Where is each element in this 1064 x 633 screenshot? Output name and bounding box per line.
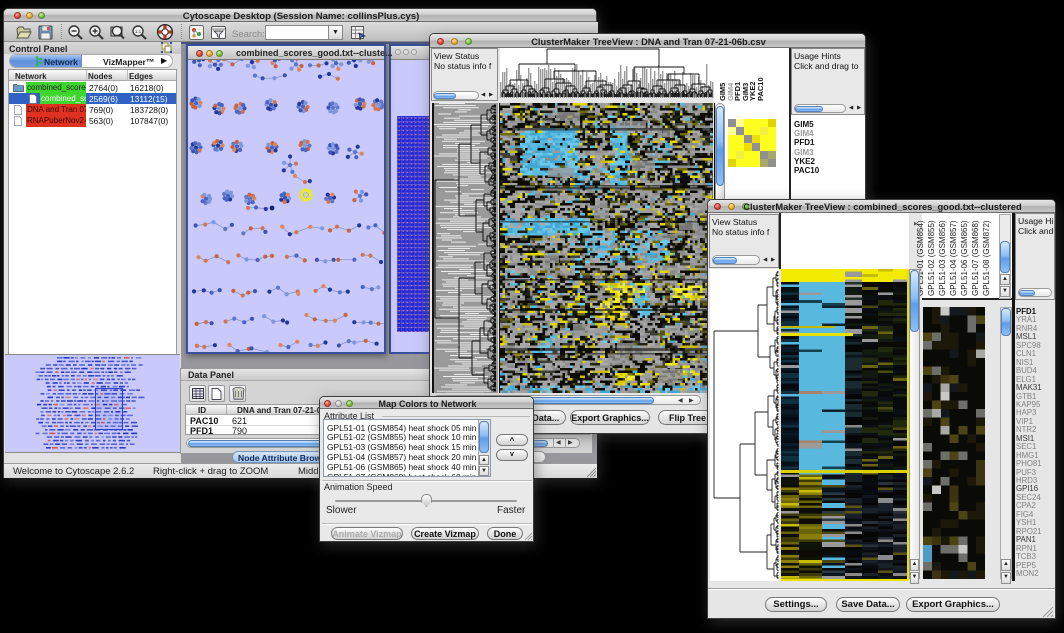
svg-text:1:1: 1:1 [135,29,142,34]
